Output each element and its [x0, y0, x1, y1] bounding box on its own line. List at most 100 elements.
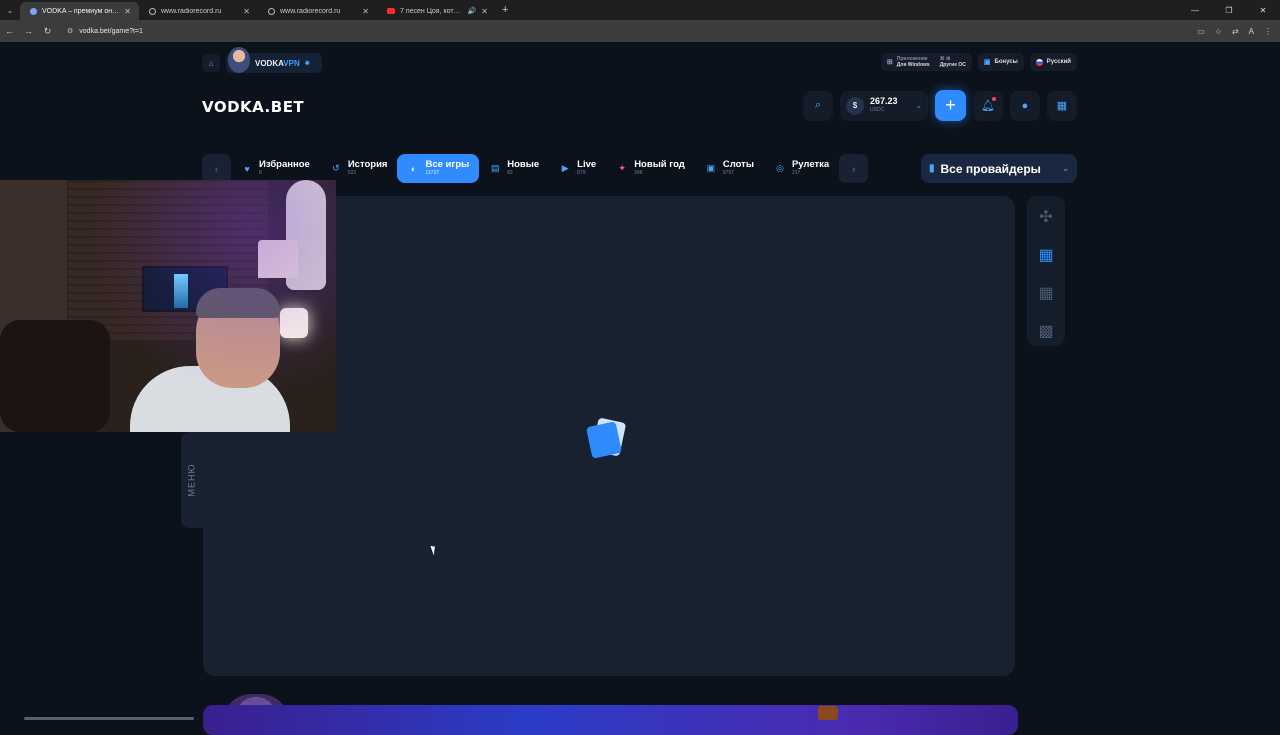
tab-title: www.radiorecord.ru [280, 7, 341, 15]
category-live[interactable]: ▶ Live 879 [549, 154, 606, 183]
providers-dropdown[interactable]: ▮ Все провайдеры ⌄ [921, 154, 1077, 183]
cast-icon[interactable]: ▭ [1197, 27, 1205, 36]
close-icon[interactable]: ✕ [481, 7, 488, 16]
gift-icon: ▣ [983, 59, 991, 66]
window-close-icon[interactable]: ✕ [1246, 6, 1280, 15]
layout-grid-icon[interactable]: ▦ [1038, 244, 1053, 268]
browser-tab[interactable]: www.radiorecord.ru ✕ [258, 2, 377, 20]
search-button[interactable]: ⌕ [803, 90, 833, 121]
slots-icon: ▣ [706, 163, 716, 173]
browser-tab-bar: ⌄ VODKA – премиум онлайн-казино ✕ www.ra… [0, 0, 1280, 20]
category-new[interactable]: ▤ Новые 82 [479, 154, 549, 183]
category-roulette[interactable]: ◎ Рулетка 217 [764, 154, 839, 183]
new-icon: ▤ [491, 163, 500, 173]
usdc-coin-icon: $ [846, 96, 864, 115]
close-icon[interactable]: ✕ [243, 7, 250, 16]
layout-split-icon[interactable]: ▦ [1038, 282, 1053, 306]
menu-toggle[interactable]: МЕНЮ [181, 432, 203, 528]
category-favorites[interactable]: ♥ Избранное 8 [231, 154, 320, 183]
url-field[interactable]: ⚙ vodka.bet/game?t=1 [61, 23, 1161, 39]
globe-icon [268, 7, 275, 15]
address-toolbar: ← → ↻ ⚙ vodka.bet/game?t=1 ▭ ☆ ⇄ A ⋮ [0, 20, 1280, 42]
chevron-right-icon: › [852, 163, 856, 174]
app-download-line2: Для Windows [896, 62, 930, 68]
chevron-left-icon: ‹ [215, 163, 218, 174]
category-name: Все игры [425, 158, 470, 170]
restore-icon[interactable]: ❐ [1212, 6, 1246, 15]
more-icon[interactable]: ⋮ [1264, 27, 1272, 36]
reload-icon[interactable]: ↻ [38, 26, 57, 37]
close-icon[interactable]: ✕ [362, 7, 369, 16]
toolbar-right: ▭ ☆ ⇄ A ⋮ [1197, 20, 1272, 42]
russia-flag-icon [1035, 58, 1043, 66]
browser-tab[interactable]: VODKA – премиум онлайн-казино ✕ [20, 2, 139, 20]
globe-icon [149, 7, 156, 15]
bonuses-button[interactable]: ▣ Бонусы [977, 53, 1024, 71]
minimize-icon[interactable]: — [1178, 6, 1212, 15]
bell-icon: 🔔︎ [981, 100, 995, 112]
profile-button[interactable]: ● [1010, 90, 1040, 121]
vpn-avatar [228, 47, 250, 73]
category-count: 8 [259, 169, 262, 176]
notifications-button[interactable]: 🔔︎ [973, 90, 1003, 121]
category-prev-button[interactable]: ‹ [202, 154, 231, 183]
language-selector[interactable]: Русский [1029, 53, 1077, 71]
user-icon: ● [1021, 99, 1029, 112]
category-name: Новые [507, 158, 540, 170]
category-count: 348 [634, 169, 643, 176]
roulette-icon: ◎ [776, 163, 784, 173]
category-history[interactable]: ↺ История 522 [320, 154, 398, 183]
webcam-overlay [0, 180, 336, 432]
category-name: Live [577, 158, 597, 170]
gamepad-icon: ◐ [410, 163, 417, 174]
category-slots[interactable]: ▣ Слоты 9797 [695, 154, 764, 183]
top-utility-bar: ⌂ VODKAVPN ✱ [202, 47, 322, 74]
heart-icon: ♥ [244, 163, 250, 174]
profile-icon[interactable]: A [1249, 27, 1254, 36]
window-controls: — ❐ ✕ [1178, 0, 1280, 20]
site-info-icon[interactable]: ⚙ [67, 27, 73, 35]
category-name: Избранное [259, 158, 310, 170]
chevron-down-icon: ⌄ [1062, 164, 1069, 173]
bookmark-star-icon[interactable]: ☆ [1215, 27, 1222, 36]
forward-icon[interactable]: → [19, 26, 38, 36]
collapse-icon[interactable]: ✣ [1039, 206, 1052, 230]
category-label: Избранное 8 [259, 158, 310, 178]
apps-button[interactable]: ▦ [1047, 90, 1077, 121]
close-icon[interactable]: ✕ [124, 7, 131, 16]
deposit-button[interactable]: + [935, 90, 966, 121]
vpn-promo-button[interactable]: VODKAVPN ✱ [226, 47, 322, 73]
site-logo[interactable]: VODKA.BET [202, 98, 304, 116]
category-count: 82 [507, 169, 513, 176]
url-text: vodka.bet/game?t=1 [79, 27, 143, 35]
category-new-year[interactable]: ✦ Новый год 348 [606, 154, 695, 183]
category-label: Новый год 348 [634, 158, 685, 178]
bonuses-label: Бонусы [994, 59, 1018, 65]
promo-banner[interactable] [203, 705, 1018, 735]
category-next-button[interactable]: › [839, 154, 869, 183]
new-tab-icon[interactable]: + [502, 4, 508, 16]
speaker-icon[interactable]: 🔊 [468, 7, 477, 15]
other-os-button[interactable]: ⌘ ⊞ Другие ОС [940, 56, 966, 68]
browser-tab[interactable]: www.radiorecord.ru ✕ [139, 2, 258, 20]
layout-quad-icon[interactable]: ▩ [1038, 320, 1053, 344]
browser-tab[interactable]: 7 песен Цоя, которые изм 🔊 ✕ [377, 2, 496, 20]
category-label: Слоты 9797 [723, 159, 754, 178]
tab-title: VODKA – премиум онлайн-казино [42, 7, 119, 15]
top-right-utilities: ⊞ Приложение Для Windows ⌘ ⊞ Другие ОС ▣… [880, 53, 1077, 71]
home-button[interactable]: ⌂ [202, 54, 220, 72]
back-icon[interactable]: ← [0, 26, 19, 36]
balance-selector[interactable]: $ 267.23 USDC ⌄ [840, 90, 928, 121]
youtube-icon [387, 8, 395, 14]
chevron-down-icon: ⌄ [915, 101, 922, 110]
balance-currency: USDC [870, 106, 885, 113]
category-name: Новый год [634, 158, 685, 170]
category-all-games[interactable]: ◐ Все игры 11727 [397, 154, 480, 183]
category-label: История 522 [348, 159, 388, 178]
category-name: Рулетка [791, 158, 830, 170]
category-count: 11727 [425, 169, 440, 176]
app-download-button[interactable]: ⊞ Приложение Для Windows ⌘ ⊞ Другие ОС [880, 53, 972, 71]
tab-search-icon[interactable]: ⌄ [0, 0, 20, 20]
translate-icon[interactable]: ⇄ [1232, 27, 1239, 36]
category-label: Live 879 [577, 158, 597, 178]
